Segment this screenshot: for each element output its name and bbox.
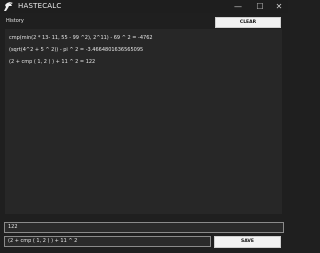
history-item[interactable]: cmp(min(2 * 13- 11, 55 - 99 ^2), 2^11) -… (9, 35, 153, 41)
history-item[interactable]: (2 + cmp ( 1, 2 ) ) + 11 ^ 2 = 122 (9, 59, 95, 65)
result-field[interactable]: 122 (4, 222, 284, 233)
minimize-button[interactable]: — (227, 0, 249, 13)
window-title: HASTECALC (18, 2, 62, 10)
history-list: cmp(min(2 * 13- 11, 55 - 99 ^2), 2^11) -… (5, 29, 282, 214)
history-item[interactable]: (sqrt(4^2 + 5 ^ 2)) - pi ^ 2 = -3.466480… (9, 47, 143, 53)
title-bar: HASTECALC — ☐ ✕ (0, 0, 288, 13)
eagle-logo-icon (4, 2, 13, 11)
close-button[interactable]: ✕ (268, 0, 290, 13)
save-button[interactable]: SAVE (214, 236, 281, 248)
history-label: History (6, 18, 24, 24)
clear-button[interactable]: CLEAR (215, 17, 281, 28)
expression-input[interactable]: (2 + cmp ( 1, 2 ) ) + 11 ^ 2 (4, 236, 211, 247)
